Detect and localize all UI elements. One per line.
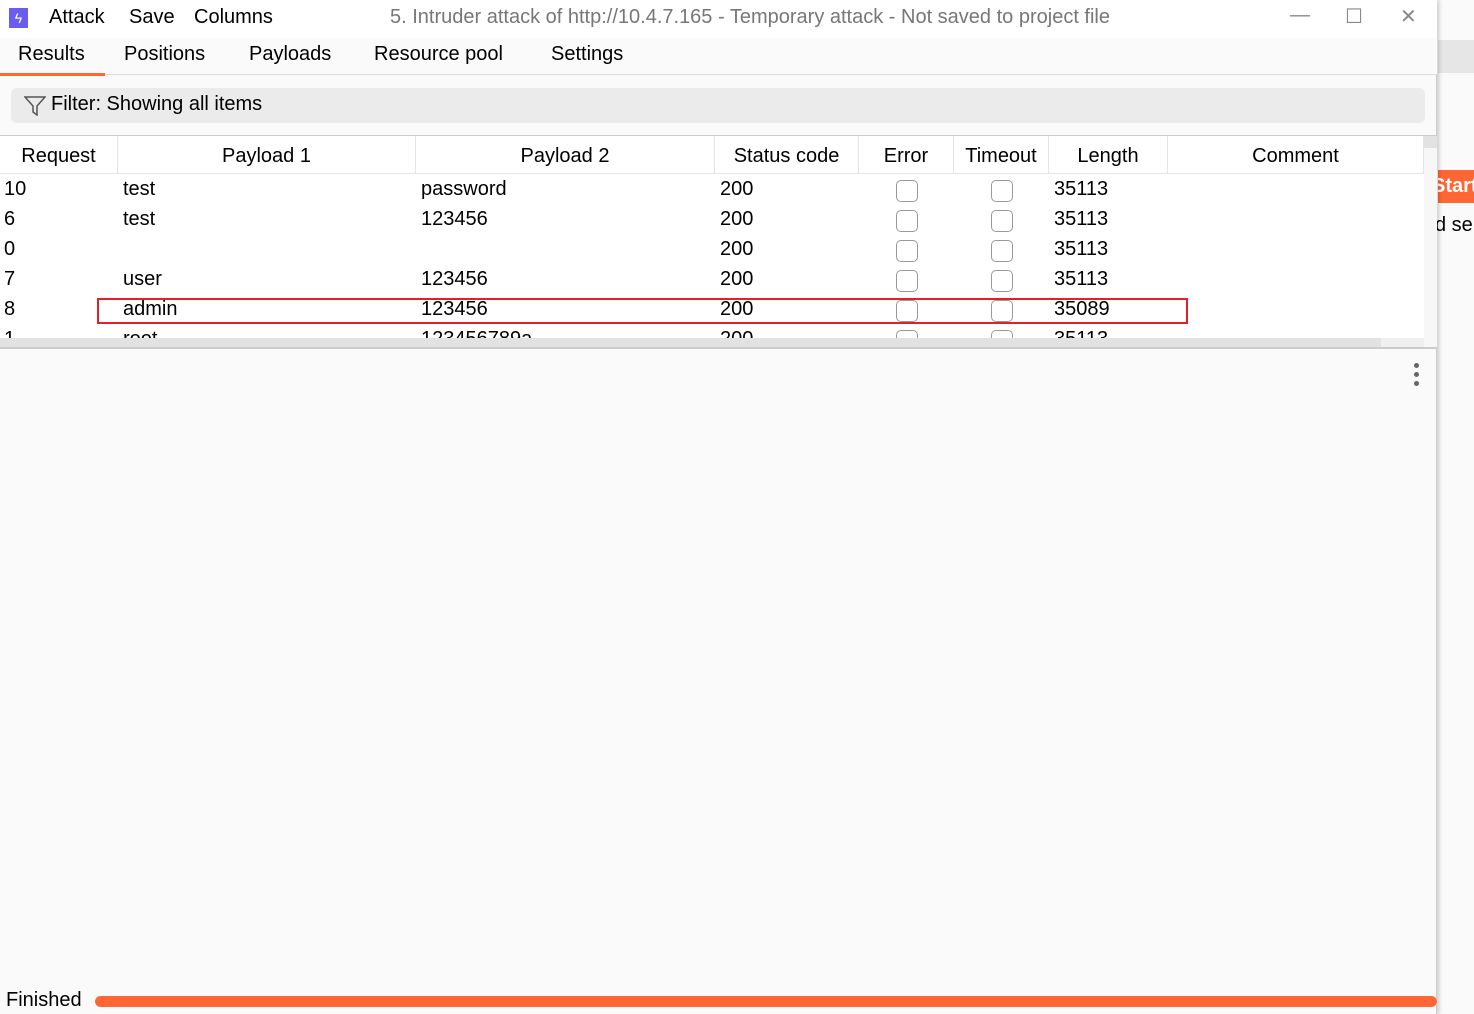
vertical-scrollbar[interactable] [1424,136,1437,347]
filter-icon [24,96,46,116]
tab-bar: Results Positions Payloads Resource pool… [0,38,1437,76]
cell-request: 6 [4,208,16,230]
menu-save[interactable]: Save [129,6,175,29]
cell-payload1: test [123,208,156,230]
column-header-payload2[interactable]: Payload 2 [416,136,715,174]
background-window: Start d se [1435,0,1474,1014]
column-header-payload1[interactable]: Payload 1 [118,136,416,174]
cell-payload1: user [123,268,162,290]
column-header-error[interactable]: Error [859,136,954,174]
table-row[interactable]: 7 user 123456 200 35113 [0,265,1424,295]
cell-payload1: test [123,178,156,200]
error-checkbox [896,270,918,292]
error-checkbox [896,210,918,232]
scrollbar-thumb[interactable] [0,338,1381,347]
table-row[interactable]: 10 test password 200 35113 [0,175,1424,205]
maximize-button[interactable]: ☐ [1345,4,1363,29]
tab-payloads[interactable]: Payloads [249,43,331,66]
filter-bar[interactable]: Filter: Showing all items [11,88,1425,123]
progress-fill [95,996,1437,1007]
progress-bar [95,996,1437,1007]
table-row[interactable]: 6 test 123456 200 35113 [0,205,1424,235]
horizontal-scrollbar[interactable] [0,338,1424,347]
highlighted-row-outline [97,298,1188,324]
cell-status: 200 [720,268,754,290]
cell-length: 35113 [1054,178,1109,200]
column-header-comment[interactable]: Comment [1168,136,1424,174]
start-button[interactable]: Start [1438,170,1474,203]
burp-logo-icon: ϟ [9,8,28,28]
cell-length: 35113 [1054,268,1109,290]
timeout-checkbox [991,180,1013,202]
cell-request: 7 [4,268,16,290]
tab-settings[interactable]: Settings [551,43,623,66]
menu-columns[interactable]: Columns [194,6,273,29]
column-header-length[interactable]: Length [1049,136,1168,174]
timeout-checkbox [991,270,1013,292]
bg-toolbar [1438,40,1474,73]
tab-results[interactable]: Results [0,43,105,76]
tab-positions[interactable]: Positions [124,43,205,66]
bg-text: d se [1435,214,1473,236]
close-button[interactable]: ✕ [1400,4,1417,29]
results-table: Request Payload 1 Payload 2 Status code Erro… [0,135,1437,349]
timeout-checkbox [991,240,1013,262]
filter-label: Filter: Showing all items [51,93,263,115]
table-row[interactable]: 0 200 35113 [0,235,1424,265]
timeout-checkbox [991,210,1013,232]
column-header-request[interactable]: Request [0,136,118,174]
column-header-status[interactable]: Status code [715,136,859,174]
window-title: 5. Intruder attack of http://10.4.7.165 … [390,6,1110,28]
cell-status: 200 [720,208,754,230]
tab-resource-pool[interactable]: Resource pool [374,43,503,66]
cell-request: 8 [4,298,16,320]
title-bar: ϟ Attack Save Columns 5. Intruder attack… [0,0,1437,38]
cell-status: 200 [720,238,754,260]
more-options-icon[interactable] [1414,363,1419,390]
error-checkbox [896,180,918,202]
error-checkbox [896,240,918,262]
cell-length: 35113 [1054,208,1109,230]
cell-length: 35113 [1054,238,1109,260]
cell-payload2: password [421,178,507,200]
status-label: Finished [6,989,82,1011]
menu-attack[interactable]: Attack [49,6,105,29]
cell-status: 200 [720,178,754,200]
cell-payload2: 123456 [421,208,488,230]
cell-request: 0 [4,238,16,260]
cell-request: 10 [4,178,27,200]
column-header-timeout[interactable]: Timeout [954,136,1049,174]
cell-payload2: 123456 [421,268,488,290]
intruder-attack-window: ϟ Attack Save Columns 5. Intruder attack… [0,0,1437,1014]
minimize-button[interactable]: — [1290,4,1310,27]
